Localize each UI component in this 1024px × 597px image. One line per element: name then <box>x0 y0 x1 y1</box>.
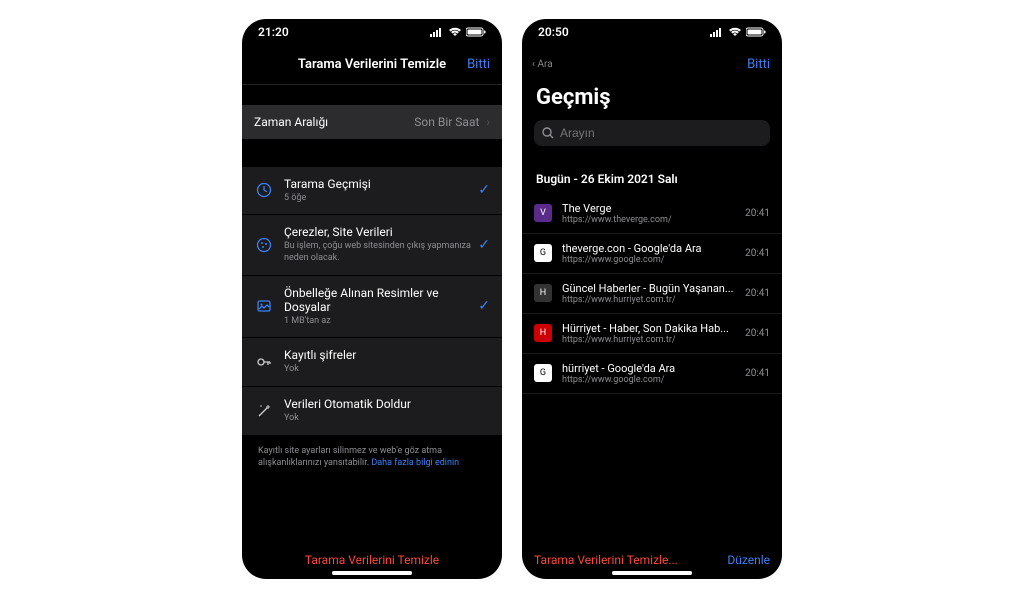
phone-clear-data: 21:20 Tarama Verilerini Temizle Bitti Za… <box>242 19 502 579</box>
home-indicator <box>332 571 412 575</box>
row-title: Verileri Otomatik Doldur <box>284 397 490 411</box>
history-title: The Verge <box>562 202 739 215</box>
learn-more-link[interactable]: Daha fazla bilgi edinin <box>371 458 459 468</box>
history-row[interactable]: Ghürriyet - Google'da Arahttps://www.goo… <box>522 354 782 394</box>
history-row[interactable]: V The Vergehttps://www.theverge.com/20:41 <box>522 194 782 234</box>
status-icons <box>430 27 486 37</box>
clear-data-list: Tarama Geçmişi5 öğe✓Çerezler, Site Veril… <box>242 167 502 435</box>
edit-button[interactable]: Düzenle <box>727 553 770 567</box>
time-range-row[interactable]: Zaman Aralığı Son Bir Saat › <box>242 105 502 139</box>
wifi-icon <box>448 27 462 37</box>
history-time: 20:41 <box>745 288 770 299</box>
row-sub: 1 MB'tan az <box>284 316 478 328</box>
history-title: Hürriyet - Haber, Son Dakika Hab... <box>562 322 739 335</box>
row-sub: Yok <box>284 413 490 425</box>
search-input[interactable] <box>560 126 762 140</box>
favicon: H <box>534 284 552 302</box>
row-title: Önbelleğe Alınan Resimler ve Dosyalar <box>284 286 478 314</box>
clear-item-row[interactable]: Çerezler, Site Verileri Bu işlem, çoğu we… <box>242 215 502 275</box>
row-sub: 5 öğe <box>284 193 478 205</box>
history-title: Güncel Haberler - Bugün Yaşanan... <box>562 282 739 295</box>
cookie-icon <box>254 237 274 253</box>
time-range-label: Zaman Aralığı <box>254 115 328 129</box>
nav-bar: ‹ Ara Bitti <box>522 45 782 85</box>
history-title: theverge.con - Google'da Ara <box>562 242 739 255</box>
search-icon <box>542 127 554 139</box>
back-button[interactable]: ‹ Ara <box>532 45 553 85</box>
history-row[interactable]: Gtheverge.con - Google'da Arahttps://www… <box>522 234 782 274</box>
history-time: 20:41 <box>745 368 770 379</box>
history-time: 20:41 <box>745 208 770 219</box>
battery-icon <box>746 27 766 37</box>
status-time: 21:20 <box>258 25 289 39</box>
clear-item-row[interactable]: Verileri Otomatik Doldur Yok <box>242 387 502 435</box>
battery-icon <box>466 27 486 37</box>
favicon: H <box>534 324 552 342</box>
history-icon <box>254 182 274 198</box>
wifi-icon <box>728 27 742 37</box>
nav-bar: Tarama Verilerini Temizle Bitti <box>242 45 502 85</box>
done-button[interactable]: Bitti <box>747 45 770 85</box>
row-title: Tarama Geçmişi <box>284 177 478 191</box>
history-url: https://www.hurriyet.com.tr/ <box>562 335 739 345</box>
check-icon: ✓ <box>478 237 490 253</box>
check-icon: ✓ <box>478 182 490 198</box>
clear-item-row[interactable]: Tarama Geçmişi 5 öğe✓ <box>242 167 502 216</box>
history-row[interactable]: H Güncel Haberler - Bugün Yaşanan...https… <box>522 274 782 314</box>
chevron-right-icon: › <box>486 115 490 129</box>
signal-icon <box>430 27 444 37</box>
clear-data-button[interactable]: Tarama Verilerini Temizle <box>305 553 439 567</box>
clear-item-row[interactable]: Önbelleğe Alınan Resimler ve Dosyalar 1 M… <box>242 276 502 339</box>
history-time: 20:41 <box>745 328 770 339</box>
footnote: Kayıtlı site ayarları silinmez ve web'e … <box>242 435 502 480</box>
history-url: https://www.theverge.com/ <box>562 215 739 225</box>
history-url: https://www.google.com/ <box>562 255 739 265</box>
phone-history: 20:50 ‹ Ara Bitti Geçmiş Bugün - 26 Ekim… <box>522 19 782 579</box>
history-date-header: Bugün - 26 Ekim 2021 Salı <box>522 158 782 194</box>
history-url: https://www.google.com/ <box>562 375 739 385</box>
favicon: V <box>534 204 552 222</box>
row-sub: Yok <box>284 364 490 376</box>
row-sub: Bu işlem, çoğu web sitesinden çıkış yapm… <box>284 241 478 264</box>
key-icon <box>254 354 274 370</box>
row-title: Çerezler, Site Verileri <box>284 225 478 239</box>
home-indicator <box>612 571 692 575</box>
history-time: 20:41 <box>745 248 770 259</box>
page-title: Geçmiş <box>522 85 782 120</box>
clear-data-button[interactable]: Tarama Verilerini Temizle... <box>534 553 678 567</box>
signal-icon <box>710 27 724 37</box>
done-button[interactable]: Bitti <box>467 45 490 84</box>
status-bar: 20:50 <box>522 19 782 45</box>
favicon: G <box>534 244 552 262</box>
history-list: V The Vergehttps://www.theverge.com/20:41… <box>522 194 782 394</box>
history-title: hürriyet - Google'da Ara <box>562 362 739 375</box>
status-time: 20:50 <box>538 25 569 39</box>
cache-icon <box>254 298 274 314</box>
page-title: Tarama Verilerini Temizle <box>298 57 446 72</box>
check-icon: ✓ <box>478 298 490 314</box>
history-url: https://www.hurriyet.com.tr/ <box>562 295 739 305</box>
clear-item-row[interactable]: Kayıtlı şifreler Yok <box>242 338 502 387</box>
time-range-value: Son Bir Saat <box>414 115 479 129</box>
status-bar: 21:20 <box>242 19 502 45</box>
history-row[interactable]: H Hürriyet - Haber, Son Dakika Hab...http… <box>522 314 782 354</box>
favicon: G <box>534 364 552 382</box>
status-icons <box>710 27 766 37</box>
wand-icon <box>254 403 274 419</box>
row-title: Kayıtlı şifreler <box>284 348 490 362</box>
search-box[interactable] <box>534 120 770 146</box>
